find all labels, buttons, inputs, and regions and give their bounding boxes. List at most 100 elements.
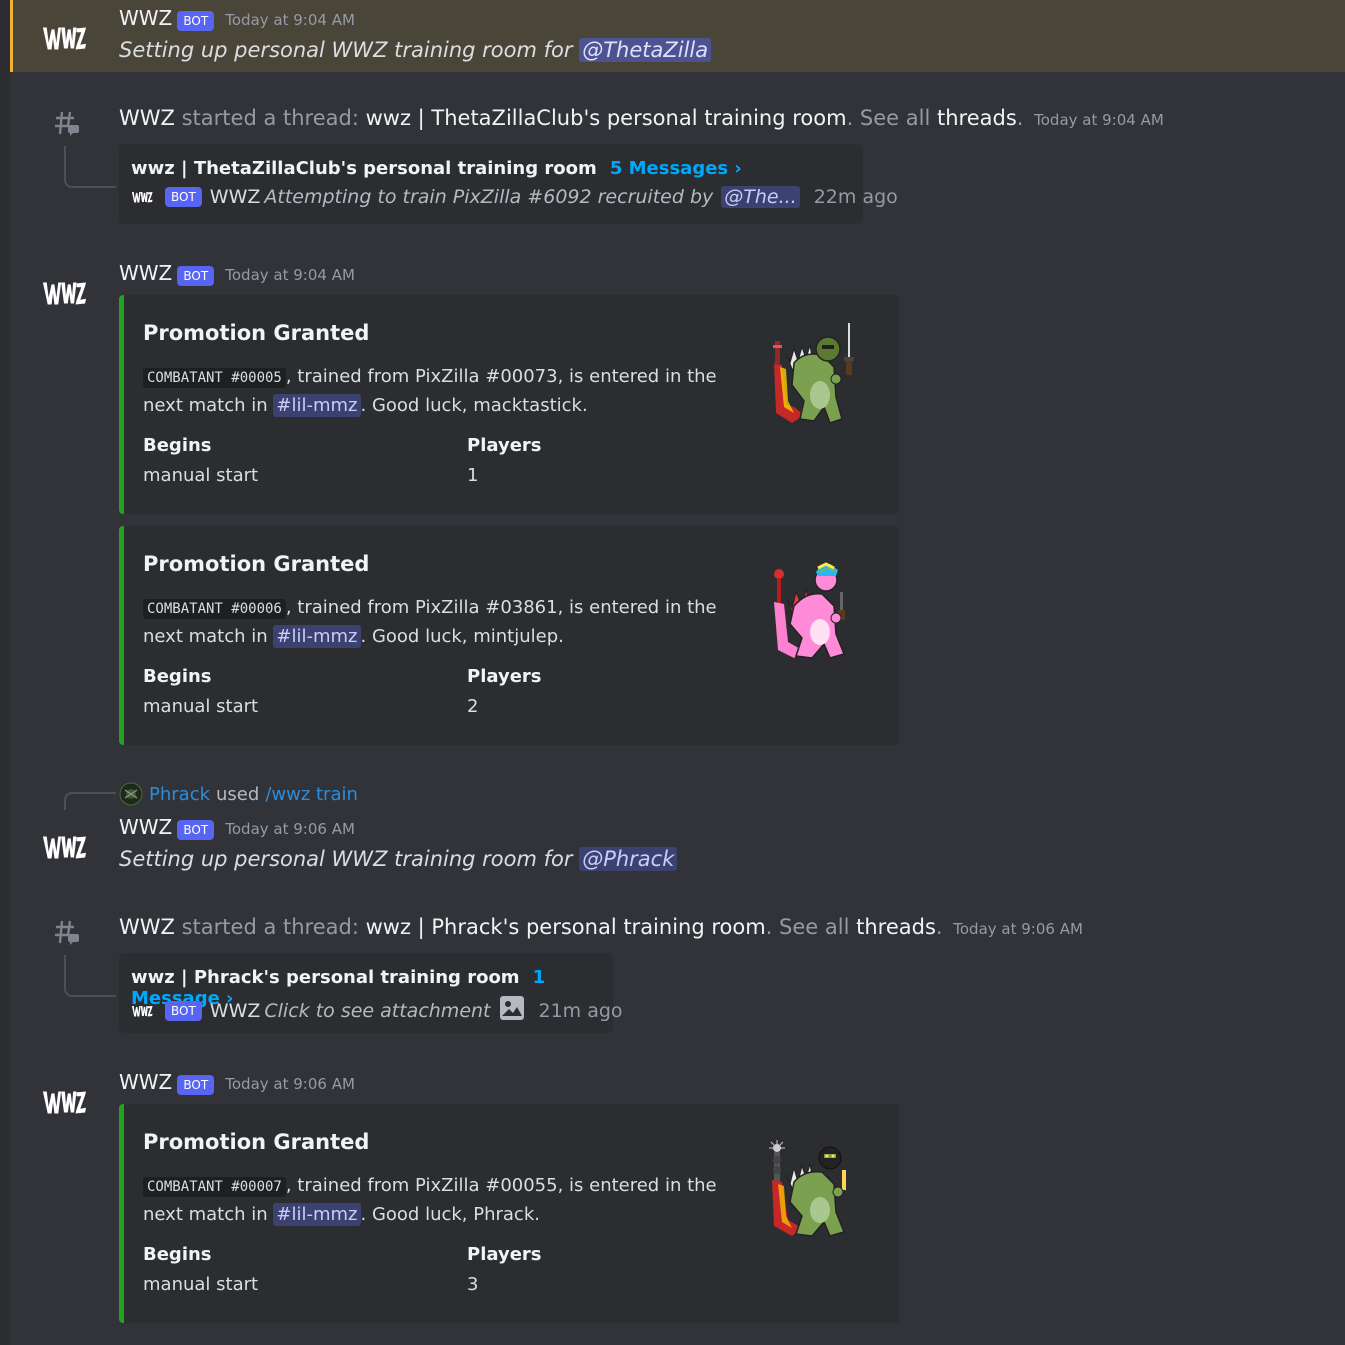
timestamp[interactable]: Today at 9:04 AM <box>1034 111 1164 129</box>
field-name-players: Players <box>467 666 542 687</box>
slash-command-link[interactable]: /wwz train <box>265 784 358 805</box>
promotion-embed: Promotion Granted COMBATANT #00005, trai… <box>119 295 899 514</box>
channel-mention[interactable]: #lil-mmz <box>273 625 361 648</box>
thread-started-line: WWZ started a thread: wwz | ThetaZillaCl… <box>119 106 1164 130</box>
threads-link[interactable]: threads <box>856 915 936 939</box>
author-name[interactable]: WWZ <box>119 6 172 30</box>
embed-description: COMBATANT #00006, trained from PixZilla … <box>143 594 743 651</box>
user-mention[interactable]: @Phrack <box>579 847 678 871</box>
bot-badge: BOT <box>177 1074 215 1095</box>
bot-badge: BOT <box>177 819 215 840</box>
preview-time: 22m ago <box>813 186 898 208</box>
timestamp[interactable]: Today at 9:06 AM <box>225 820 355 838</box>
wwz-avatar[interactable] <box>40 275 88 311</box>
pixzilla-thumbnail[interactable] <box>764 323 860 431</box>
thread-name-link[interactable]: wwz | ThetaZillaClub's personal training… <box>366 106 847 130</box>
promotion-embed: Promotion Granted COMBATANT #00006, trai… <box>119 526 899 745</box>
embed-text: , trained from PixZilla #03861, is enter… <box>285 597 717 618</box>
bot-badge: BOT <box>165 1000 202 1021</box>
system-text: started a thread: <box>181 106 359 130</box>
author-name[interactable]: WWZ <box>119 915 175 939</box>
thread-card-title[interactable]: wwz | ThetaZillaClub's personal training… <box>131 158 597 179</box>
phrack-avatar-small[interactable] <box>119 782 143 806</box>
author-name[interactable]: WWZ <box>119 815 172 839</box>
embed-description: COMBATANT #00007, trained from PixZilla … <box>143 1172 743 1229</box>
thread-preview: BOT WWZ Attempting to train PixZilla #60… <box>131 186 898 208</box>
embed-text: , trained from PixZilla #00073, is enter… <box>285 366 717 387</box>
author-name[interactable]: WWZ <box>119 1070 172 1094</box>
field-name-begins: Begins <box>143 666 212 687</box>
message-body: Setting up personal WWZ training room fo… <box>119 847 573 871</box>
preview-author: WWZ <box>209 186 261 208</box>
thread-card[interactable]: wwz | ThetaZillaClub's personal training… <box>119 144 898 224</box>
timestamp[interactable]: Today at 9:06 AM <box>225 1075 355 1093</box>
thread-card[interactable]: wwz | Phrack's personal training room 1 … <box>119 953 623 1033</box>
thread-card-header: wwz | ThetaZillaClub's personal training… <box>131 158 742 179</box>
embed-text: , trained from PixZilla #00055, is enter… <box>285 1175 717 1196</box>
image-attachment-icon <box>499 995 525 1026</box>
embed-text: next match in <box>143 395 268 416</box>
threads-link[interactable]: threads <box>937 106 1017 130</box>
field-value-players: 3 <box>467 1274 479 1295</box>
wwz-avatar-small <box>131 190 153 204</box>
user-mention[interactable]: @ThetaZilla <box>579 38 712 62</box>
thread-connector <box>64 146 116 188</box>
reply-username[interactable]: Phrack <box>149 784 210 805</box>
channel-mention[interactable]: #lil-mmz <box>273 1203 361 1226</box>
message-count-link[interactable]: 5 Messages › <box>610 158 742 179</box>
message-header: WWZ BOT Today at 9:04 AM <box>119 6 355 31</box>
wwz-avatar[interactable] <box>40 1084 88 1120</box>
field-value-begins: manual start <box>143 1274 259 1295</box>
embed-text: . Good luck, macktastick. <box>360 395 588 416</box>
field-value-begins: manual start <box>143 696 259 717</box>
thread-icon <box>54 919 80 951</box>
preview-text: Attempting to train PixZilla #6092 recru… <box>264 186 714 208</box>
timestamp[interactable]: Today at 9:04 AM <box>225 266 355 284</box>
pixzilla-thumbnail[interactable] <box>764 562 860 666</box>
bot-badge: BOT <box>177 265 215 286</box>
bot-badge: BOT <box>177 10 215 31</box>
system-text: . <box>1016 106 1024 130</box>
preview-author: WWZ <box>209 999 261 1022</box>
field-name-begins: Begins <box>143 1244 212 1265</box>
pixzilla-thumbnail[interactable] <box>764 1140 860 1244</box>
embed-text: next match in <box>143 626 268 647</box>
preview-mention: @The... <box>721 186 800 208</box>
combatant-code: COMBATANT #00007 <box>143 1177 286 1197</box>
preview-text: Click to see attachment <box>264 999 491 1022</box>
command-reply-line: Phrack used /wwz train <box>119 782 358 806</box>
message-header: WWZ BOT Today at 9:04 AM <box>119 261 355 286</box>
author-name[interactable]: WWZ <box>119 106 175 130</box>
embed-title: Promotion Granted <box>143 1130 370 1154</box>
system-text: . <box>935 915 943 939</box>
embed-title: Promotion Granted <box>143 552 370 576</box>
embed-text: next match in <box>143 1204 268 1225</box>
embed-text: . Good luck, Phrack. <box>360 1204 540 1225</box>
preview-time: 21m ago <box>538 999 623 1022</box>
thread-name-link[interactable]: wwz | Phrack's personal training room <box>366 915 766 939</box>
message-header: WWZ BOT Today at 9:06 AM <box>119 1070 355 1095</box>
embed-title: Promotion Granted <box>143 321 370 345</box>
author-name[interactable]: WWZ <box>119 261 172 285</box>
reply-connector <box>64 792 116 810</box>
field-value-players: 2 <box>467 696 479 717</box>
field-name-players: Players <box>467 1244 542 1265</box>
message-body: Setting up personal WWZ training room fo… <box>119 38 573 62</box>
system-text: . See all <box>765 915 850 939</box>
channel-mention[interactable]: #lil-mmz <box>273 394 361 417</box>
thread-card-title[interactable]: wwz | Phrack's personal training room <box>131 967 520 988</box>
thread-icon <box>54 110 80 142</box>
field-value-players: 1 <box>467 465 479 486</box>
thread-preview: BOT WWZ Click to see attachment 21m ago <box>131 995 623 1026</box>
timestamp[interactable]: Today at 9:04 AM <box>225 11 355 29</box>
wwz-avatar[interactable] <box>40 20 88 56</box>
reply-used-text: used <box>216 783 260 805</box>
combatant-code: COMBATANT #00006 <box>143 599 286 619</box>
thread-connector <box>64 955 116 997</box>
system-text: started a thread: <box>181 915 359 939</box>
system-text: . See all <box>846 106 931 130</box>
embed-text: . Good luck, mintjulep. <box>360 626 564 647</box>
wwz-avatar[interactable] <box>40 829 88 865</box>
thread-started-line: WWZ started a thread: wwz | Phrack's per… <box>119 915 1083 939</box>
timestamp[interactable]: Today at 9:06 AM <box>953 920 1083 938</box>
